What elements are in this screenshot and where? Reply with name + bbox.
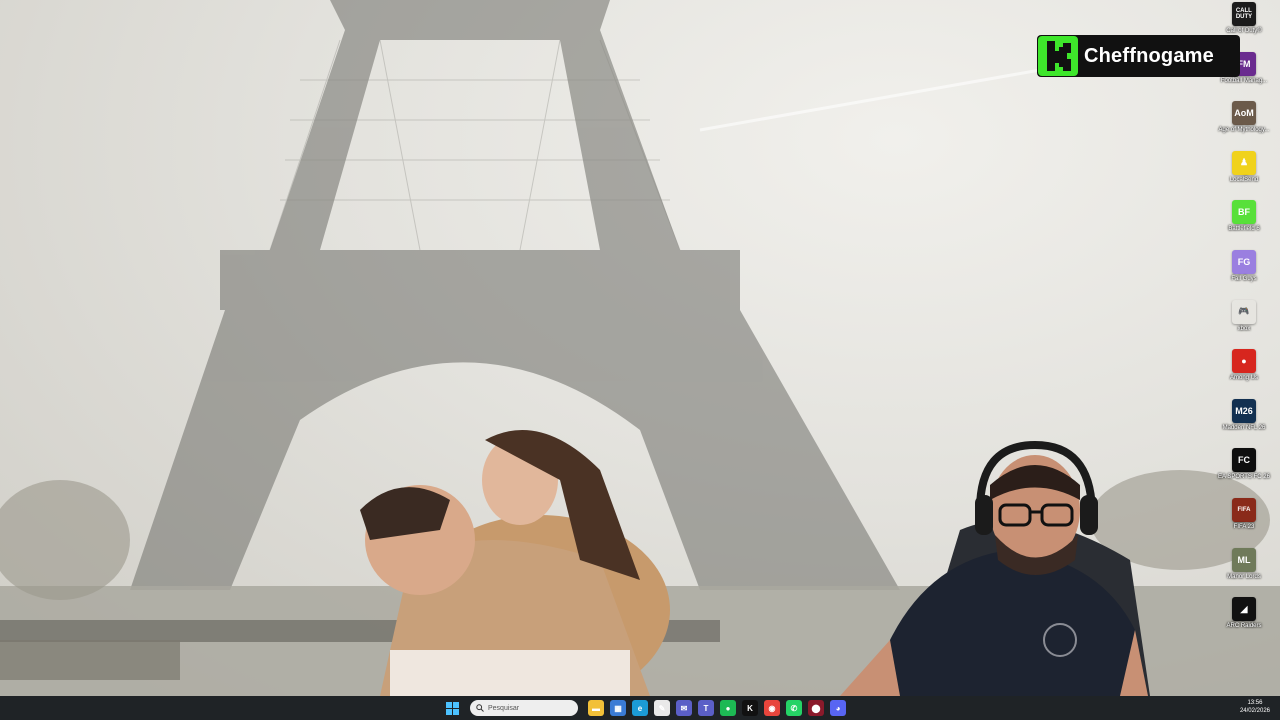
call-of-duty-icon: CALL DUTY xyxy=(1232,2,1256,26)
xbox-gamepad-icon: 🎮 xyxy=(1232,300,1256,324)
chrome-icon[interactable]: ◉ xyxy=(764,700,780,716)
channel-brand-overlay: Cheffnogame xyxy=(1037,35,1240,77)
fall-guys-icon: FG xyxy=(1232,249,1256,274)
desktop-icon-column: CALL DUTY Call of Duty® FM Football Manag..… xyxy=(1208,2,1280,647)
taskbar-pinned-apps: ▬ ▦ e ✎ ✉ T ● K ◉ ✆ ⬤ ◕ xyxy=(588,700,846,716)
fifa-23-icon: FIFA xyxy=(1232,497,1256,522)
desktop-shortcut-label: LocalSend xyxy=(1229,176,1259,183)
obs-record-icon[interactable]: ⬤ xyxy=(808,700,824,716)
desktop-shortcut-label: Madden NFL 26 xyxy=(1222,424,1266,431)
desktop-shortcut[interactable]: M26 Madden NFL 26 xyxy=(1208,398,1280,449)
taskbar-search-box[interactable]: Pesquisar xyxy=(470,700,578,716)
spotify-icon[interactable]: ● xyxy=(720,700,736,716)
battlefield-6-icon: BF xyxy=(1232,200,1256,225)
whatsapp-icon[interactable]: ✆ xyxy=(786,700,802,716)
desktop-shortcut-label: ARC Raiders xyxy=(1226,623,1262,630)
desktop-shortcut[interactable]: 🎮 xbox xyxy=(1208,300,1280,350)
desktop-shortcut[interactable]: ● Among Us xyxy=(1208,349,1280,399)
desktop-shortcut-label: EA SPORTS FC 26 xyxy=(1218,474,1270,481)
search-placeholder: Pesquisar xyxy=(488,704,520,712)
desktop-shortcut[interactable]: FG Fall Guys xyxy=(1208,249,1280,300)
localsend-icon: ♟ xyxy=(1232,150,1256,175)
arc-raiders-icon: ◢ xyxy=(1232,597,1256,622)
desktop-shortcut[interactable]: AoM Age of Mythology... xyxy=(1208,101,1280,151)
desktop-shortcut[interactable]: FC EA SPORTS FC 26 xyxy=(1208,448,1280,498)
search-icon xyxy=(476,704,484,712)
edge-browser-icon[interactable]: e xyxy=(632,700,648,716)
age-of-mythology-icon: AoM xyxy=(1232,101,1256,126)
teams-icon[interactable]: T xyxy=(698,700,714,716)
desktop-shortcut-label: xbox xyxy=(1237,325,1251,332)
channel-name: Cheffnogame xyxy=(1084,44,1214,67)
discord-icon[interactable]: ◕ xyxy=(830,700,846,716)
taskbar: Pesquisar ▬ ▦ e ✎ ✉ T ● K ◉ ✆ ⬤ ◕ 13:56 24/02/2026 xyxy=(0,696,1280,720)
clock-date: 24/02/2026 xyxy=(1239,708,1270,714)
file-explorer-icon[interactable]: ▬ xyxy=(588,700,604,716)
desktop-shortcut-label: Battlefield 6 xyxy=(1228,226,1260,233)
desktop-shortcut-label: Fall Guys xyxy=(1231,275,1257,282)
microsoft-store-icon[interactable]: ▦ xyxy=(610,700,626,716)
desktop-shortcut-label: FIFA 23 xyxy=(1233,523,1255,530)
ea-sports-fc-26-icon: FC xyxy=(1232,448,1256,473)
desktop-shortcut-label: Call of Duty® xyxy=(1226,28,1262,34)
start-button[interactable] xyxy=(444,700,460,716)
desktop-shortcut[interactable]: ◢ ARC Raiders xyxy=(1208,597,1280,647)
among-us-icon: ● xyxy=(1232,349,1256,374)
webcam-overlay xyxy=(830,440,1150,696)
desktop-shortcut-label: Football Manag... xyxy=(1220,77,1268,84)
chat-icon[interactable]: ✉ xyxy=(676,700,692,716)
clock-time: 13:56 xyxy=(1247,700,1263,706)
kick-logo-icon xyxy=(1038,36,1078,76)
desktop-shortcut[interactable]: FIFA FIFA 23 xyxy=(1208,497,1280,548)
desktop-shortcut-label: Age of Mythology... xyxy=(1218,127,1270,134)
kick-icon[interactable]: K xyxy=(742,700,758,716)
desktop-shortcut[interactable]: BF Battlefield 6 xyxy=(1208,200,1280,250)
desktop-shortcut-label: Among Us xyxy=(1229,375,1258,382)
system-tray-clock[interactable]: 13:56 24/02/2026 xyxy=(1240,699,1270,715)
taskbar-center: Pesquisar ▬ ▦ e ✎ ✉ T ● K ◉ ✆ ⬤ ◕ xyxy=(444,696,846,720)
windows-logo-icon xyxy=(445,701,459,715)
notepad-icon[interactable]: ✎ xyxy=(654,700,670,716)
madden-nfl-26-icon: M26 xyxy=(1232,398,1256,423)
desktop-shortcut[interactable]: ML Manor Lords xyxy=(1208,547,1280,598)
desktop-shortcut-label: Manor Lords xyxy=(1227,573,1261,580)
desktop-shortcut[interactable]: ♟ LocalSend xyxy=(1208,150,1280,201)
manor-lords-icon: ML xyxy=(1232,547,1256,572)
